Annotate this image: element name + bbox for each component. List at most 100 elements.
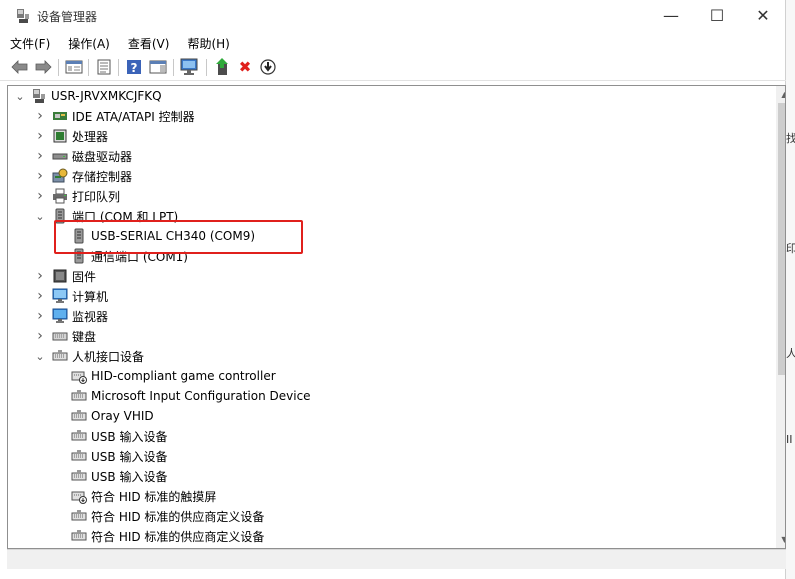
- tree-device[interactable]: USB 输入设备: [71, 446, 167, 466]
- maximize-icon: ☐: [709, 6, 725, 25]
- tree-category[interactable]: 处理器: [52, 126, 108, 146]
- tree-node-label: 符合 HID 标准的供应商定义设备: [91, 529, 265, 544]
- expander-collapsed-icon[interactable]: ›: [35, 286, 45, 306]
- tree-node-label: 计算机: [72, 289, 109, 304]
- tree-category[interactable]: 键盘: [52, 326, 96, 346]
- expander-expanded-icon[interactable]: ⌄: [35, 346, 45, 366]
- uninstall-device-button[interactable]: ✖: [235, 57, 255, 77]
- tree-node-label: 监视器: [72, 309, 109, 324]
- window-title: 设备管理器: [37, 10, 98, 24]
- help-icon: ?: [127, 60, 141, 75]
- maximize-button[interactable]: ☐: [694, 0, 740, 31]
- title-bar[interactable]: 设备管理器 — ☐ ✕: [0, 0, 786, 32]
- disable-device-button[interactable]: [258, 57, 278, 77]
- hid-icon: [71, 448, 87, 464]
- scrollbar-thumb[interactable]: [778, 103, 785, 375]
- device-manager-app-icon: [16, 8, 30, 24]
- hid-icon: [71, 408, 87, 424]
- tree-node-label: IDE ATA/ATAPI 控制器: [72, 109, 195, 124]
- tree-device[interactable]: HID-compliant game controller: [71, 366, 276, 386]
- hid-icon: [71, 528, 87, 544]
- processor-icon: [52, 128, 68, 144]
- background-window-char: 人: [786, 347, 795, 360]
- forward-button[interactable]: [33, 57, 53, 77]
- scan-hardware-icon: [180, 58, 198, 75]
- help-button[interactable]: ?: [124, 57, 144, 77]
- tree-category[interactable]: 存储控制器: [52, 166, 132, 186]
- root-expander-icon[interactable]: ⌄: [15, 86, 25, 106]
- printer-icon: [52, 188, 68, 204]
- tree-category[interactable]: 计算机: [52, 286, 108, 306]
- tree-device[interactable]: USB 输入设备: [71, 426, 167, 446]
- computer-root-icon: [31, 88, 47, 104]
- menu-view[interactable]: 查看(V): [118, 32, 178, 54]
- tree-category[interactable]: 监视器: [52, 306, 108, 326]
- hid-game-icon: [71, 368, 87, 384]
- menu-file[interactable]: 文件(F): [0, 32, 58, 54]
- action-pane-button[interactable]: [148, 57, 168, 77]
- monitor-icon: [52, 308, 68, 324]
- expander-expanded-icon[interactable]: ⌄: [35, 206, 45, 226]
- disk-drive-icon: [52, 148, 68, 164]
- scroll-down-icon[interactable]: ▼: [776, 531, 785, 548]
- tree-node-label: Oray VHID: [91, 409, 154, 423]
- action-pane-icon: [149, 60, 167, 74]
- expander-collapsed-icon[interactable]: ›: [35, 166, 45, 186]
- tree-device[interactable]: 符合 HID 标准的触摸屏: [71, 486, 216, 506]
- tree-device[interactable]: 符合 HID 标准的供应商定义设备: [71, 526, 264, 546]
- background-window-char: 印: [786, 242, 795, 255]
- hid-icon: [71, 428, 87, 444]
- expander-collapsed-icon[interactable]: ›: [35, 266, 45, 286]
- tree-category[interactable]: 人机接口设备: [52, 346, 144, 366]
- tree-node-label: Microsoft Input Configuration Device: [91, 389, 311, 403]
- tree-category[interactable]: 打印队列: [52, 186, 120, 206]
- hid-icon: [52, 348, 68, 364]
- properties-icon: [97, 59, 111, 75]
- menu-help[interactable]: 帮助(H): [177, 32, 237, 54]
- minimize-button[interactable]: —: [648, 0, 694, 31]
- hid-game-icon: [71, 488, 87, 504]
- tree-device[interactable]: Oray VHID: [71, 406, 154, 426]
- tree-device[interactable]: Microsoft Input Configuration Device: [71, 386, 311, 406]
- scroll-up-icon[interactable]: ▲: [776, 86, 785, 103]
- scan-hardware-button[interactable]: [180, 57, 200, 77]
- expander-collapsed-icon[interactable]: ›: [35, 126, 45, 146]
- expander-collapsed-icon[interactable]: ›: [35, 326, 45, 346]
- tree-node-label: USB 输入设备: [91, 469, 168, 484]
- tree-node-label: 存储控制器: [72, 169, 133, 184]
- tree-device[interactable]: 符合 HID 标准的供应商定义设备: [71, 506, 264, 526]
- vertical-scrollbar[interactable]: ▲ ▼: [776, 86, 785, 548]
- device-tree[interactable]: ⌄ USR-JRVXMKCJFKQ › IDE ATA/ATAPI 控制器 › 处理器…: [7, 85, 786, 549]
- update-driver-button[interactable]: [213, 57, 233, 77]
- tree-root-label: USR-JRVXMKCJFKQ: [51, 89, 162, 103]
- tree-category[interactable]: 磁盘驱动器: [52, 146, 132, 166]
- tree-root[interactable]: USR-JRVXMKCJFKQ: [31, 86, 162, 106]
- back-button[interactable]: [10, 57, 30, 77]
- expander-collapsed-icon[interactable]: ›: [35, 106, 45, 126]
- expander-collapsed-icon[interactable]: ›: [35, 146, 45, 166]
- expander-collapsed-icon[interactable]: ›: [35, 186, 45, 206]
- properties-button[interactable]: [94, 57, 114, 77]
- tree-device[interactable]: USB 输入设备: [71, 466, 167, 486]
- hid-icon: [71, 508, 87, 524]
- toolbar-separator: [173, 59, 174, 76]
- tree-category[interactable]: IDE ATA/ATAPI 控制器: [52, 106, 195, 126]
- menu-action[interactable]: 操作(A): [58, 32, 118, 54]
- show-hide-console-tree-button[interactable]: [64, 57, 84, 77]
- tree-node-label: 符合 HID 标准的触摸屏: [91, 489, 217, 504]
- close-icon: ✕: [756, 6, 770, 25]
- tree-category[interactable]: 固件: [52, 266, 96, 286]
- toolbar-separator: [206, 59, 207, 76]
- tree-node-label: 符合 HID 标准的供应商定义设备: [91, 509, 265, 524]
- uninstall-device-icon: ✖: [238, 58, 252, 76]
- forward-icon: [35, 60, 52, 74]
- firmware-icon: [52, 268, 68, 284]
- close-button[interactable]: ✕: [740, 0, 786, 31]
- tree-node-label: 固件: [72, 269, 97, 284]
- tree-node-label: HID-compliant game controller: [91, 369, 276, 383]
- toolbar-separator: [58, 59, 59, 76]
- show-hide-console-tree-icon: [65, 60, 83, 74]
- expander-collapsed-icon[interactable]: ›: [35, 306, 45, 326]
- tree-node-label: 键盘: [72, 329, 97, 344]
- ide-controller-icon: [52, 108, 68, 124]
